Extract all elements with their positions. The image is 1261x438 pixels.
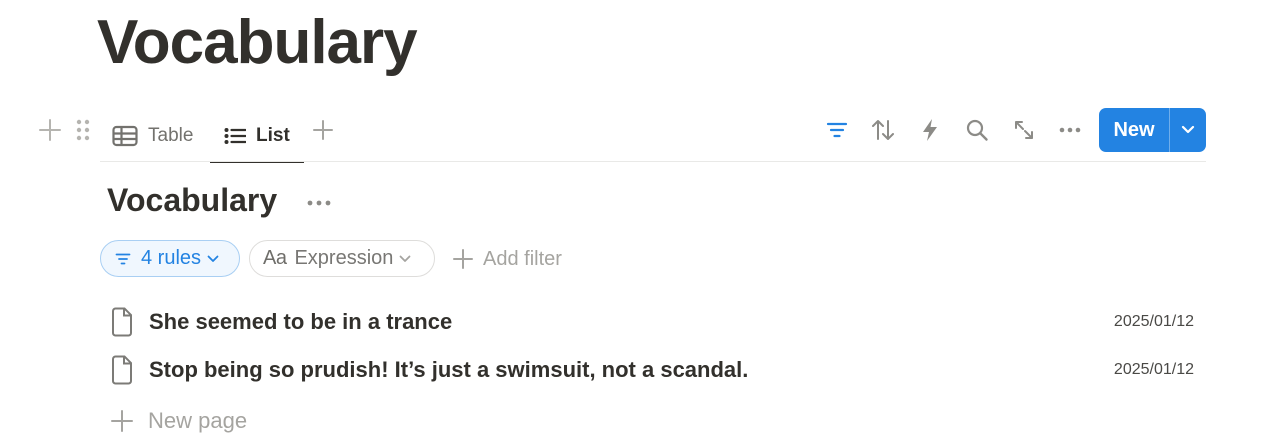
filter-rules-label: 4 rules — [141, 247, 202, 269]
drag-handle-icon[interactable] — [74, 116, 92, 144]
list-item-date: 2025/01/12 — [1113, 313, 1194, 330]
expression-filter-label: Expression — [294, 247, 394, 269]
list-item-title: Stop being so prudish! It’s just a swims… — [149, 357, 749, 382]
expression-filter-chip[interactable]: Aa Expression — [249, 240, 435, 277]
search-button[interactable] — [964, 117, 990, 143]
list-item[interactable]: She seemed to be in a trance 2025/01/12 — [100, 300, 1206, 344]
open-full-page-button[interactable] — [1011, 117, 1037, 143]
plus-icon — [453, 249, 473, 269]
tab-table-label: Table — [148, 125, 194, 146]
automation-icon — [923, 119, 937, 141]
page-title: Vocabulary — [97, 8, 418, 77]
page-icon — [112, 355, 132, 385]
more-options-button[interactable] — [1057, 117, 1083, 143]
filter-icon — [115, 253, 131, 264]
table-icon — [112, 125, 138, 147]
tab-table[interactable]: Table — [112, 110, 193, 162]
chevron-down-icon — [1181, 125, 1195, 134]
new-page-button[interactable]: New page — [110, 404, 247, 438]
filter-button[interactable] — [824, 117, 850, 143]
list-icon — [224, 128, 246, 144]
new-button[interactable]: New — [1099, 108, 1169, 152]
tab-list-label: List — [256, 125, 290, 146]
automation-button[interactable] — [917, 117, 943, 143]
list-item-title: She seemed to be in a trance — [149, 309, 453, 334]
sort-button[interactable] — [870, 117, 896, 143]
chevron-down-icon — [400, 255, 411, 262]
search-icon — [966, 119, 988, 141]
new-dropdown-button[interactable] — [1170, 108, 1206, 152]
expand-icon — [1015, 121, 1033, 139]
filter-icon — [826, 122, 848, 138]
text-property-icon: Aa — [263, 247, 287, 269]
list-item-date: 2025/01/12 — [1113, 361, 1194, 378]
page-icon — [112, 307, 132, 337]
new-button-group: New — [1099, 108, 1206, 152]
add-block-icon[interactable] — [38, 116, 62, 144]
plus-icon — [111, 410, 133, 432]
sort-icon — [872, 120, 894, 140]
list-item[interactable]: Stop being so prudish! It’s just a swims… — [100, 348, 1206, 392]
add-filter-label: Add filter — [483, 247, 562, 270]
chevron-down-icon — [207, 255, 219, 262]
filter-rules-chip[interactable]: 4 rules — [100, 240, 240, 277]
database-page: Vocabulary Table List New Vocabulary 4 r… — [0, 0, 1261, 438]
view-bar-divider — [100, 161, 1206, 162]
add-filter-button[interactable]: Add filter — [453, 244, 562, 274]
add-view-icon[interactable] — [311, 118, 335, 142]
tab-list[interactable]: List — [210, 110, 304, 163]
new-page-label: New page — [148, 408, 248, 433]
more-icon — [1059, 127, 1081, 133]
list-more-icon[interactable] — [306, 196, 332, 210]
list-title[interactable]: Vocabulary — [107, 182, 277, 219]
